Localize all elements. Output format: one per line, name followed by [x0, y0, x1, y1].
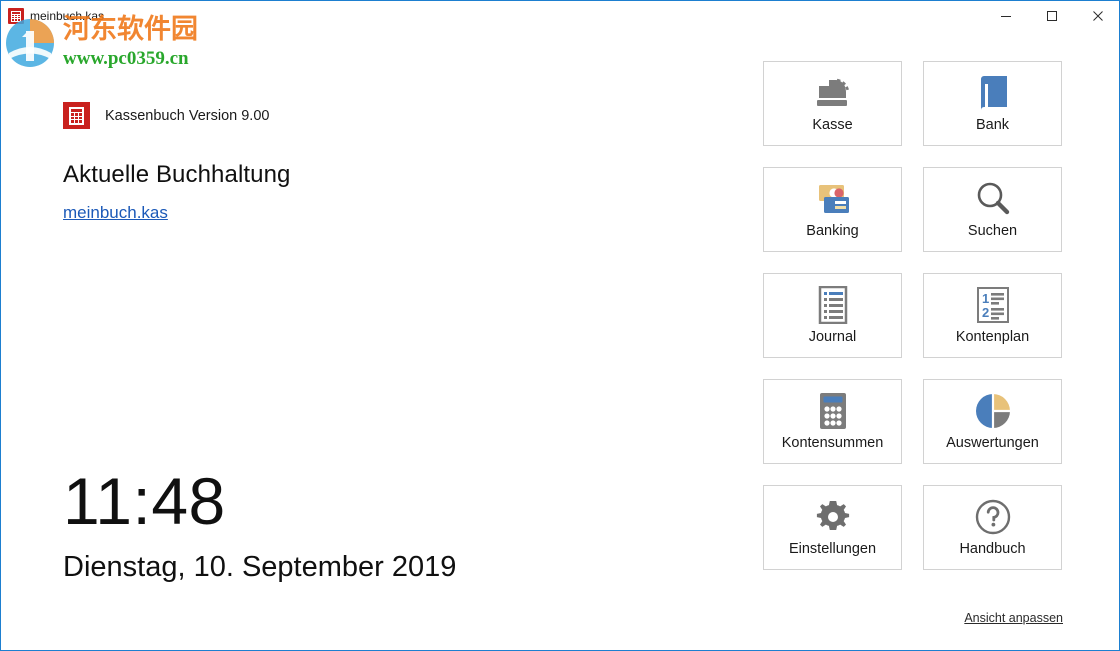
window-title: meinbuch.kas: [30, 9, 105, 23]
page-title: Aktuelle Buchhaltung: [63, 161, 291, 188]
pie-chart-icon: [974, 391, 1012, 431]
magnifier-icon: [974, 179, 1012, 219]
maximize-button[interactable]: [1029, 1, 1075, 30]
book-icon: [976, 73, 1010, 113]
clock-date: Dienstag, 10. September 2019: [63, 551, 457, 583]
calculator-icon: [63, 102, 90, 129]
tile-grid: Kasse Bank Banking Suchen Journal 1 2 Ko…: [763, 61, 1063, 570]
numbered-list-icon: 1 2: [976, 285, 1010, 325]
tile-label: Kontensummen: [781, 435, 884, 451]
window-controls: [983, 1, 1119, 30]
tile-label: Suchen: [967, 223, 1018, 239]
left-pane: Kassenbuch Version 9.00 Aktuelle Buchhal…: [1, 31, 746, 650]
svg-text:2: 2: [982, 305, 989, 320]
current-file-link[interactable]: meinbuch.kas: [63, 203, 168, 223]
tile-kasse[interactable]: Kasse: [763, 61, 902, 146]
adjust-view-link[interactable]: Ansicht anpassen: [964, 611, 1063, 625]
payment-cards-icon: [813, 179, 853, 219]
tile-label: Bank: [975, 117, 1010, 133]
tile-suchen[interactable]: Suchen: [923, 167, 1062, 252]
close-button[interactable]: [1075, 1, 1119, 30]
document-list-icon: [817, 285, 849, 325]
tile-handbuch[interactable]: Handbuch: [923, 485, 1062, 570]
tile-panel: Kasse Bank Banking Suchen Journal 1 2 Ko…: [763, 61, 1063, 625]
tile-label: Handbuch: [959, 541, 1026, 557]
tile-label: Einstellungen: [788, 541, 877, 557]
version-label: Kassenbuch Version 9.00: [105, 107, 270, 124]
calculator-icon: [8, 8, 24, 24]
gear-icon: [815, 497, 851, 537]
tile-kontensummen[interactable]: Kontensummen: [763, 379, 902, 464]
tile-banking[interactable]: Banking: [763, 167, 902, 252]
tile-label: Banking: [806, 223, 859, 239]
tile-journal[interactable]: Journal: [763, 273, 902, 358]
title-bar-identity: meinbuch.kas: [1, 1, 104, 27]
svg-text:1: 1: [982, 291, 989, 306]
minimize-button[interactable]: [983, 1, 1029, 30]
tile-label: Kontenplan: [955, 329, 1030, 345]
tile-kontenplan[interactable]: 1 2 Kontenplan: [923, 273, 1062, 358]
calculator-icon: [818, 391, 848, 431]
tile-label: Journal: [808, 329, 857, 345]
title-bar: meinbuch.kas: [1, 1, 1119, 31]
clock-time: 11:48: [63, 464, 226, 538]
tile-label: Auswertungen: [946, 435, 1039, 451]
tile-bank[interactable]: Bank: [923, 61, 1062, 146]
application-window: meinbuch.kas 河东软件园 www.pc0359.cn Kassenb…: [0, 0, 1120, 651]
tile-einstellungen[interactable]: Einstellungen: [763, 485, 902, 570]
tile-label: Kasse: [812, 117, 853, 133]
cash-register-icon: [813, 73, 853, 113]
version-row: Kassenbuch Version 9.00: [63, 102, 269, 129]
tile-auswertungen[interactable]: Auswertungen: [923, 379, 1062, 464]
question-mark-icon: [974, 497, 1012, 537]
